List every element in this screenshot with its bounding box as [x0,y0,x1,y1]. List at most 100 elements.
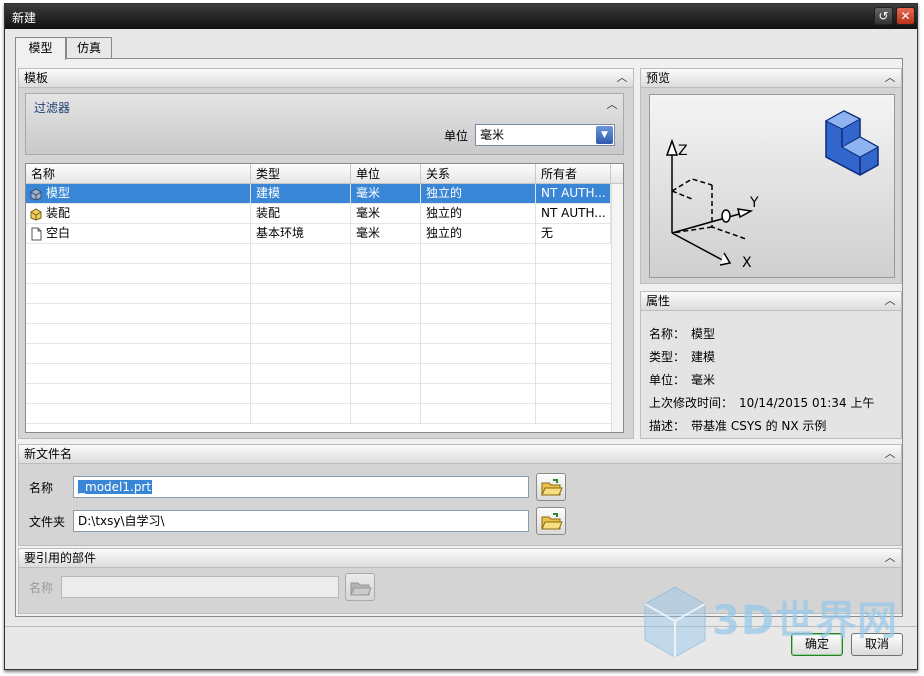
cell-relation: 独立的 [421,224,536,244]
tab-simulation-label: 仿真 [76,41,101,55]
cell-relation: 独立的 [421,204,536,224]
ok-button[interactable]: 确定 [791,633,843,656]
column-header-unit[interactable]: 单位 [351,164,421,184]
empty-row [26,324,611,344]
filename-value: _model1.prt [78,480,153,494]
referenced-name-label: 名称 [29,581,54,595]
cell-unit: 毫米 [351,224,421,244]
properties-header-label: 属性 [646,294,671,308]
tab-model[interactable]: 模型 [15,37,66,60]
table-row[interactable]: 空白 基本环境 毫米 独立的 无 [26,224,611,244]
cell-type: 装配 [251,204,351,224]
property-type: 类型： 建模 [649,348,715,365]
column-header-relation[interactable]: 关系 [421,164,536,184]
filter-collapse-chevron-icon[interactable]: ︿ [605,98,619,112]
tab-model-label: 模型 [28,41,53,55]
property-value: 毫米 [691,373,716,387]
collapse-chevron-icon[interactable]: ︿ [883,71,897,85]
property-description: 描述： 带基准 CSYS 的 NX 示例 [649,417,826,434]
preview-image: Z Y X [649,94,895,278]
template-section-header[interactable]: 模板 ︿ [18,68,634,88]
column-header-owner[interactable]: 所有者 [536,164,611,184]
property-modified: 上次修改时间： 10/14/2015 01:34 上午 [649,394,874,411]
empty-row [26,244,611,264]
filter-title: 过滤器 [34,101,71,115]
dialog-title: 新建 [12,11,37,25]
collapse-chevron-icon[interactable]: ︿ [615,71,629,85]
preview-header-label: 预览 [646,71,671,85]
cell-unit: 毫米 [351,204,421,224]
close-icon[interactable]: ✕ [896,7,915,25]
referenced-parts-section-header[interactable]: 要引用的部件 ︿ [18,548,902,568]
preview-section-header[interactable]: 预览 ︿ [640,68,902,88]
cancel-button[interactable]: 取消 [851,633,903,656]
preview-section-body: Z Y X [640,88,902,284]
new-filename-header-label: 新文件名 [24,447,73,461]
tab-simulation[interactable]: 仿真 [66,37,112,59]
table-scrollbar[interactable] [611,184,623,432]
collapse-chevron-icon[interactable]: ︿ [883,447,897,461]
empty-row [26,344,611,364]
referenced-parts-section-body: 名称 [18,568,902,614]
property-key: 类型： [649,350,686,364]
x-axis-label: X [742,255,752,271]
y-axis-label: Y [749,195,759,211]
property-value: 带基准 CSYS 的 NX 示例 [691,419,827,433]
unit-label: 单位 [444,129,469,143]
cell-type: 建模 [251,184,351,204]
folder-open-icon [541,479,563,496]
cell-owner: 无 [536,224,611,244]
collapse-chevron-icon[interactable]: ︿ [883,551,897,565]
column-header-name[interactable]: 名称 [26,164,251,184]
template-table: 名称 类型 单位 关系 所有者 模型 建模 毫米 独立的 NT AUTH... … [25,163,624,433]
empty-row [26,364,611,384]
property-name: 名称： 模型 [649,325,715,342]
collapse-chevron-icon[interactable]: ︿ [883,294,897,308]
tab-panel: 模板 ︿ 过滤器 ︿ 单位 毫米 ▼ 名称 类型 单位 关系 所有者 模型 建模… [15,58,903,617]
datum-csys-preview-icon: Z Y X [665,110,880,271]
column-header-type[interactable]: 类型 [251,164,351,184]
browse-folder-button[interactable] [536,507,566,535]
table-row[interactable]: 模型 建模 毫米 独立的 NT AUTH... [26,184,611,204]
cell-unit: 毫米 [351,184,421,204]
properties-section-header[interactable]: 属性 ︿ [640,291,902,311]
referenced-name-input [61,576,339,598]
cell-owner: NT AUTH... [536,184,611,204]
property-key: 上次修改时间： [649,396,734,410]
cell-name: 空白 [41,224,251,244]
z-axis-label: Z [678,143,688,159]
table-header-row: 名称 类型 单位 关系 所有者 [26,164,623,184]
cell-type: 基本环境 [251,224,351,244]
referenced-parts-header-label: 要引用的部件 [24,551,97,565]
property-key: 名称： [649,327,686,341]
filename-input[interactable]: _model1.prt [73,476,529,498]
filter-panel: 过滤器 ︿ 单位 毫米 ▼ [25,93,624,155]
reset-icon[interactable]: ↺ [874,7,893,25]
browse-filename-button[interactable] [536,473,566,501]
template-header-label: 模板 [24,71,49,85]
new-filename-section-body: 名称 _model1.prt 文件夹 D:\txsy\自学习\ [18,464,902,546]
property-key: 单位： [649,373,686,387]
property-unit: 单位： 毫米 [649,371,715,388]
new-filename-section-header[interactable]: 新文件名 ︿ [18,444,902,464]
folder-open-icon [541,513,563,530]
footer-divider [5,626,917,627]
property-value: 10/14/2015 01:34 上午 [739,396,875,410]
empty-row [26,264,611,284]
property-value: 建模 [691,350,716,364]
empty-row [26,384,611,404]
cell-name: 模型 [41,184,251,204]
title-bar[interactable]: 新建 ↺ ✕ [5,4,917,29]
folder-value: D:\txsy\自学习\ [78,514,165,528]
browse-referenced-button [345,573,375,601]
cell-relation: 独立的 [421,184,536,204]
new-file-dialog: 新建 ↺ ✕ 模型 仿真 模板 ︿ 过滤器 ︿ 单位 毫米 ▼ 名称 类型 单位… [4,3,918,670]
property-key: 描述： [649,419,686,433]
filename-label: 名称 [29,481,54,495]
folder-input[interactable]: D:\txsy\自学习\ [73,510,529,532]
table-row[interactable]: 装配 装配 毫米 独立的 NT AUTH... [26,204,611,224]
unit-select-value: 毫米 [480,128,505,142]
unit-select[interactable]: 毫米 ▼ [475,124,615,146]
dropdown-arrow-icon[interactable]: ▼ [596,126,613,144]
folder-open-icon [350,582,372,596]
